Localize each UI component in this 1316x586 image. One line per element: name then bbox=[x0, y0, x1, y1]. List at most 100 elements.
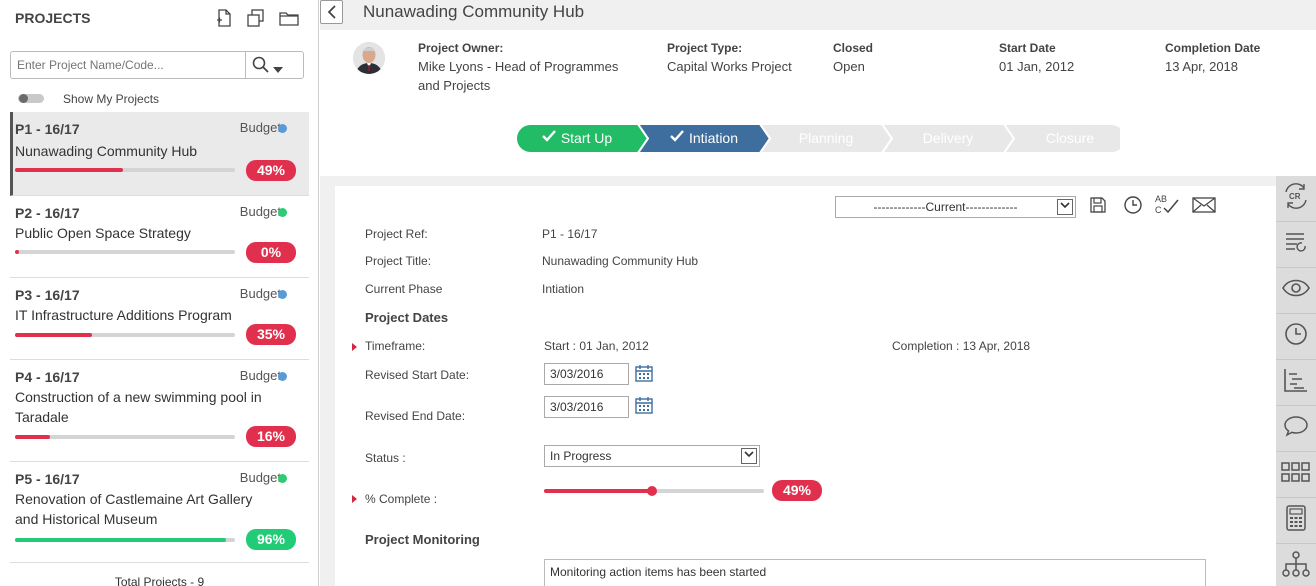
version-select-value: -------------Current------------- bbox=[873, 200, 1018, 214]
chevron-down-icon[interactable] bbox=[273, 61, 283, 79]
project-code: P3 - 16/17 bbox=[15, 287, 80, 303]
progress-fill bbox=[15, 333, 92, 337]
required-marker-icon bbox=[352, 495, 357, 503]
gantt-button[interactable] bbox=[1276, 360, 1316, 406]
budget-label: Budget bbox=[239, 204, 281, 219]
phase-step[interactable]: Start Up bbox=[516, 124, 638, 153]
progress-bar bbox=[15, 538, 235, 542]
phase-step[interactable]: Planning bbox=[770, 124, 882, 153]
phase-stepper: Start Up Intiation Planning Delivery Closure bbox=[516, 124, 1120, 153]
progress-fill bbox=[15, 538, 227, 542]
progress-bar bbox=[15, 250, 235, 254]
complete-slider-fill bbox=[544, 489, 652, 493]
chevron-down-icon bbox=[741, 448, 757, 464]
budget-label: Budget bbox=[239, 368, 281, 383]
project-search bbox=[10, 51, 304, 79]
calculator-button[interactable] bbox=[1276, 498, 1316, 544]
check-icon bbox=[670, 123, 684, 152]
closed-label: Closed bbox=[833, 41, 874, 55]
progress-badge: 49% bbox=[246, 160, 296, 181]
progress-bar bbox=[15, 333, 235, 337]
svg-text:CR: CR bbox=[1289, 192, 1301, 201]
folder-icon[interactable] bbox=[278, 8, 300, 28]
project-form: -------------Current------------- AB C Pr… bbox=[335, 186, 1276, 586]
phase-step[interactable]: Closure bbox=[1014, 124, 1126, 153]
complete-pct-badge: 49% bbox=[772, 480, 822, 501]
budget-label: Budget bbox=[239, 120, 281, 135]
budget-status-dot bbox=[278, 208, 287, 217]
phase-step[interactable]: Intiation bbox=[648, 124, 760, 153]
phase-step[interactable]: Delivery bbox=[892, 124, 1004, 153]
grid-icon bbox=[1281, 462, 1311, 487]
revised-start-label: Revised Start Date: bbox=[365, 368, 470, 382]
budget-status-dot bbox=[278, 290, 287, 299]
progress-fill bbox=[15, 435, 51, 439]
budget-status-dot bbox=[278, 474, 287, 483]
hierarchy-button[interactable] bbox=[1276, 544, 1316, 586]
history-button[interactable] bbox=[1276, 314, 1316, 360]
current-phase-value: Intiation bbox=[542, 282, 585, 296]
closed-value: Open bbox=[833, 59, 865, 74]
task-refresh-icon bbox=[1283, 229, 1309, 260]
complete-slider-track[interactable] bbox=[544, 486, 764, 496]
timeframe-label: Timeframe: bbox=[365, 339, 426, 353]
new-file-icon[interactable] bbox=[214, 8, 236, 28]
back-button[interactable] bbox=[320, 0, 343, 24]
project-ref-value: P1 - 16/17 bbox=[542, 227, 598, 241]
progress-fill bbox=[15, 168, 123, 172]
phase-label: Planning bbox=[798, 130, 854, 146]
change-request-icon: CR bbox=[1281, 182, 1311, 215]
budget-status-dot bbox=[278, 372, 287, 381]
status-select-value: In Progress bbox=[550, 449, 612, 463]
project-name: Construction of a new swimming pool in T… bbox=[15, 389, 262, 425]
search-input[interactable] bbox=[11, 52, 245, 78]
calendar-icon[interactable] bbox=[635, 396, 653, 414]
version-select[interactable]: -------------Current------------- bbox=[835, 196, 1076, 218]
project-detail: Nunawading Community Hub Project Owner: … bbox=[320, 0, 1316, 586]
comments-button[interactable] bbox=[1276, 406, 1316, 452]
phase-label: Intiation bbox=[688, 130, 739, 146]
progress-bar bbox=[15, 168, 235, 172]
progress-badge: 0% bbox=[246, 242, 296, 263]
type-value: Capital Works Project bbox=[667, 59, 792, 74]
view-button[interactable] bbox=[1276, 268, 1316, 314]
spellcheck-icon[interactable]: AB C bbox=[1155, 193, 1183, 215]
timeframe-completion: Completion : 13 Apr, 2018 bbox=[892, 339, 1031, 353]
status-select[interactable]: In Progress bbox=[544, 445, 760, 467]
project-code: P4 - 16/17 bbox=[15, 369, 80, 385]
project-card[interactable]: P2 - 16/17 Budget Public Open Space Strate… bbox=[10, 196, 309, 278]
monitoring-textarea[interactable]: Monitoring action items has been started bbox=[544, 559, 1206, 586]
hierarchy-icon bbox=[1282, 550, 1310, 583]
progress-fill bbox=[15, 250, 20, 254]
show-my-projects-toggle[interactable] bbox=[18, 94, 44, 103]
save-icon[interactable] bbox=[1088, 195, 1110, 217]
revised-end-input[interactable]: 3/03/2016 bbox=[544, 396, 629, 418]
project-card[interactable]: P4 - 16/17 Budget Construction of a new sw… bbox=[10, 360, 309, 462]
task-refresh-button[interactable] bbox=[1276, 222, 1316, 268]
progress-badge: 96% bbox=[246, 529, 296, 550]
gantt-icon bbox=[1283, 367, 1309, 398]
total-projects: Total Projects - 9 bbox=[114, 575, 205, 586]
type-label: Project Type: bbox=[667, 41, 743, 55]
copy-icon[interactable] bbox=[246, 8, 268, 28]
chevron-down-icon bbox=[1057, 199, 1073, 215]
search-icon[interactable] bbox=[251, 55, 271, 80]
calendar-icon[interactable] bbox=[635, 364, 653, 382]
project-card[interactable]: P3 - 16/17 Budget IT Infrastructure Additi… bbox=[10, 278, 309, 360]
project-name: Renovation of Castlemaine Art Gallery an… bbox=[15, 491, 253, 527]
budget-status-dot bbox=[278, 124, 287, 133]
complete-slider-handle[interactable] bbox=[646, 486, 657, 496]
email-icon[interactable] bbox=[1192, 196, 1216, 218]
avatar bbox=[353, 42, 385, 74]
toggle-knob bbox=[19, 94, 28, 103]
phase-label: Delivery bbox=[922, 130, 974, 146]
history-clock-icon[interactable] bbox=[1123, 195, 1145, 217]
project-card[interactable]: P5 - 16/17 Budget Renovation of Castlemain… bbox=[10, 462, 309, 563]
change-request-button[interactable]: CR bbox=[1276, 176, 1316, 222]
project-monitoring-heading: Project Monitoring bbox=[365, 532, 480, 547]
grid-button[interactable] bbox=[1276, 452, 1316, 498]
current-phase-label: Current Phase bbox=[365, 282, 443, 296]
project-code: P2 - 16/17 bbox=[15, 205, 80, 221]
revised-start-input[interactable]: 3/03/2016 bbox=[544, 363, 629, 385]
project-card[interactable]: P1 - 16/17 Budget Nunawading Community Hub… bbox=[10, 112, 309, 196]
